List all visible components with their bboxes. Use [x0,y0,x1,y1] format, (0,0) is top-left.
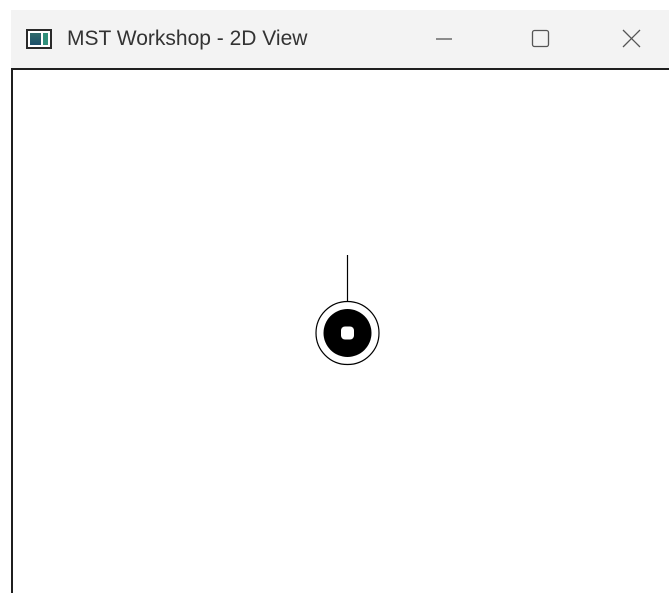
minimize-icon [436,38,452,40]
graph-canvas[interactable] [13,70,669,593]
maximize-icon [531,29,550,48]
title-bar[interactable]: MST Workshop - 2D View [11,10,669,70]
app-window-icon [26,29,52,49]
app-window: MST Workshop - 2D View [0,0,669,593]
window-shadow [0,0,669,10]
maximize-button[interactable] [497,10,583,68]
minimize-button[interactable] [400,10,486,68]
close-button[interactable] [594,10,669,68]
app-icon-panel-right [43,33,48,45]
view-canvas-area[interactable] [11,70,669,593]
app-icon-panel-left [30,33,41,45]
window-title: MST Workshop - 2D View [67,27,308,50]
graph-node-core [341,326,354,340]
close-icon [622,29,641,48]
